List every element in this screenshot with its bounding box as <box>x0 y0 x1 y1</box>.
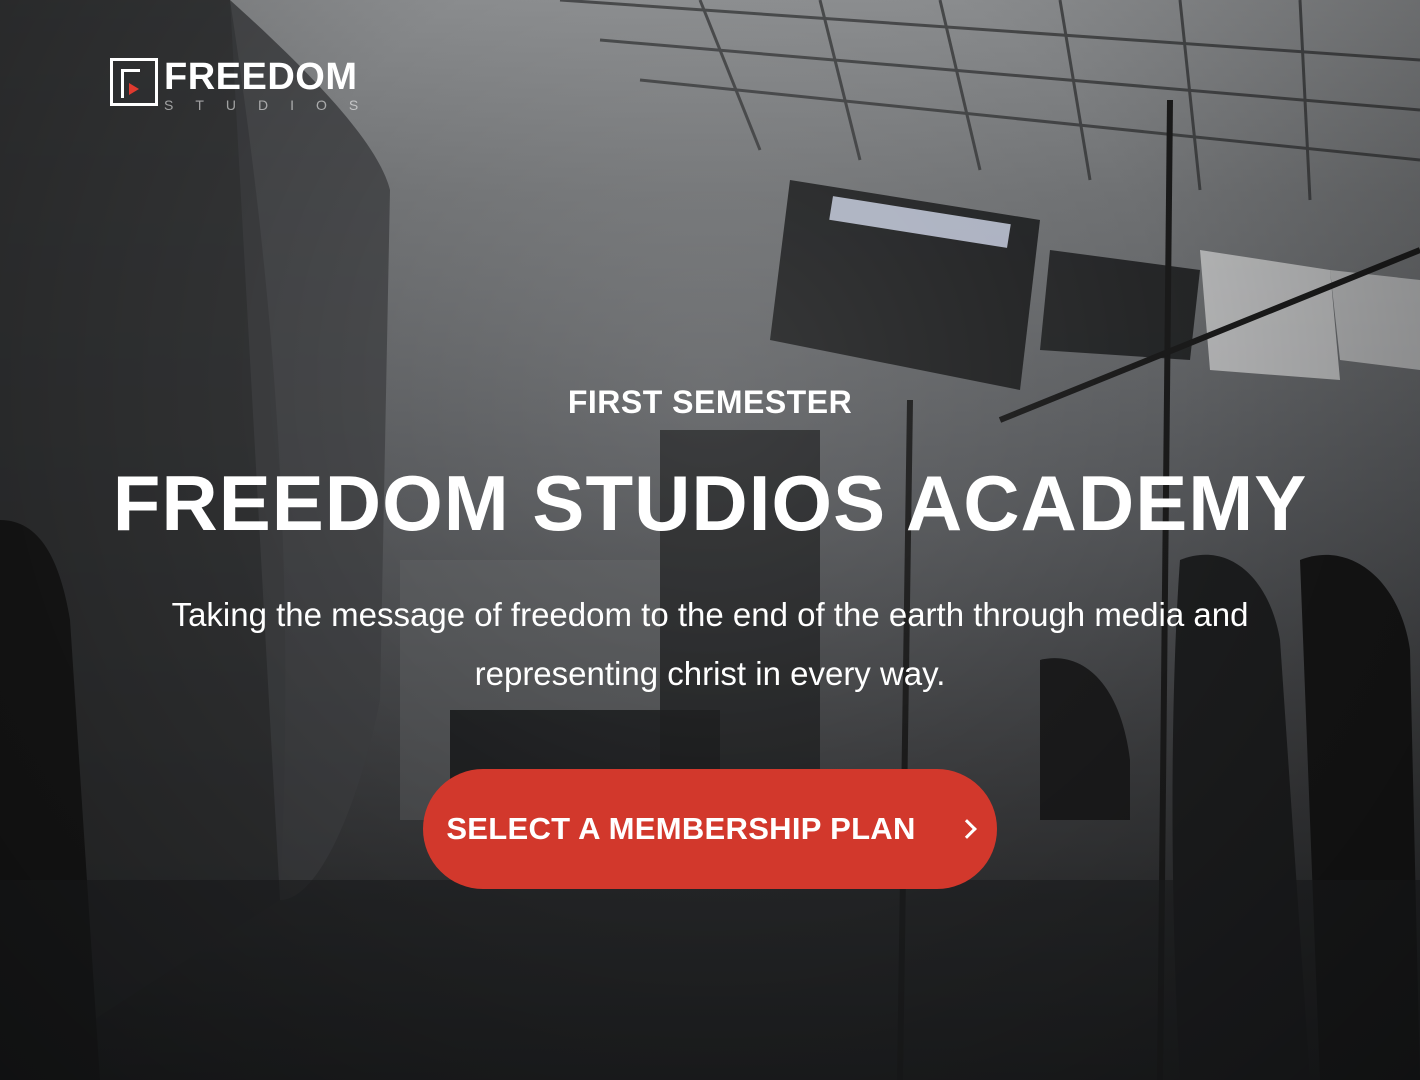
hero-tagline: Taking the message of freedom to the end… <box>171 595 1249 692</box>
logo-wordmark: FREEDOM <box>164 56 358 98</box>
cta-label: SELECT A MEMBERSHIP PLAN <box>446 810 916 846</box>
hero-content: FIRST SEMESTER FREEDOM STUDIOS ACADEMY T… <box>0 384 1420 889</box>
hero-section: FREEDOM STUDIOS FIRST SEMESTER FREEDOM S… <box>0 0 1420 1080</box>
select-membership-plan-button[interactable]: SELECT A MEMBERSHIP PLAN <box>423 768 997 889</box>
freedom-studios-logo[interactable]: FREEDOM STUDIOS <box>110 58 380 112</box>
logo-subtitle: STUDIOS <box>164 97 381 113</box>
hero-headline: FREEDOM STUDIOS ACADEMY <box>112 459 1308 547</box>
chevron-right-icon <box>956 818 977 839</box>
hero-eyebrow: FIRST SEMESTER <box>567 384 853 420</box>
logo-icon <box>110 58 158 106</box>
